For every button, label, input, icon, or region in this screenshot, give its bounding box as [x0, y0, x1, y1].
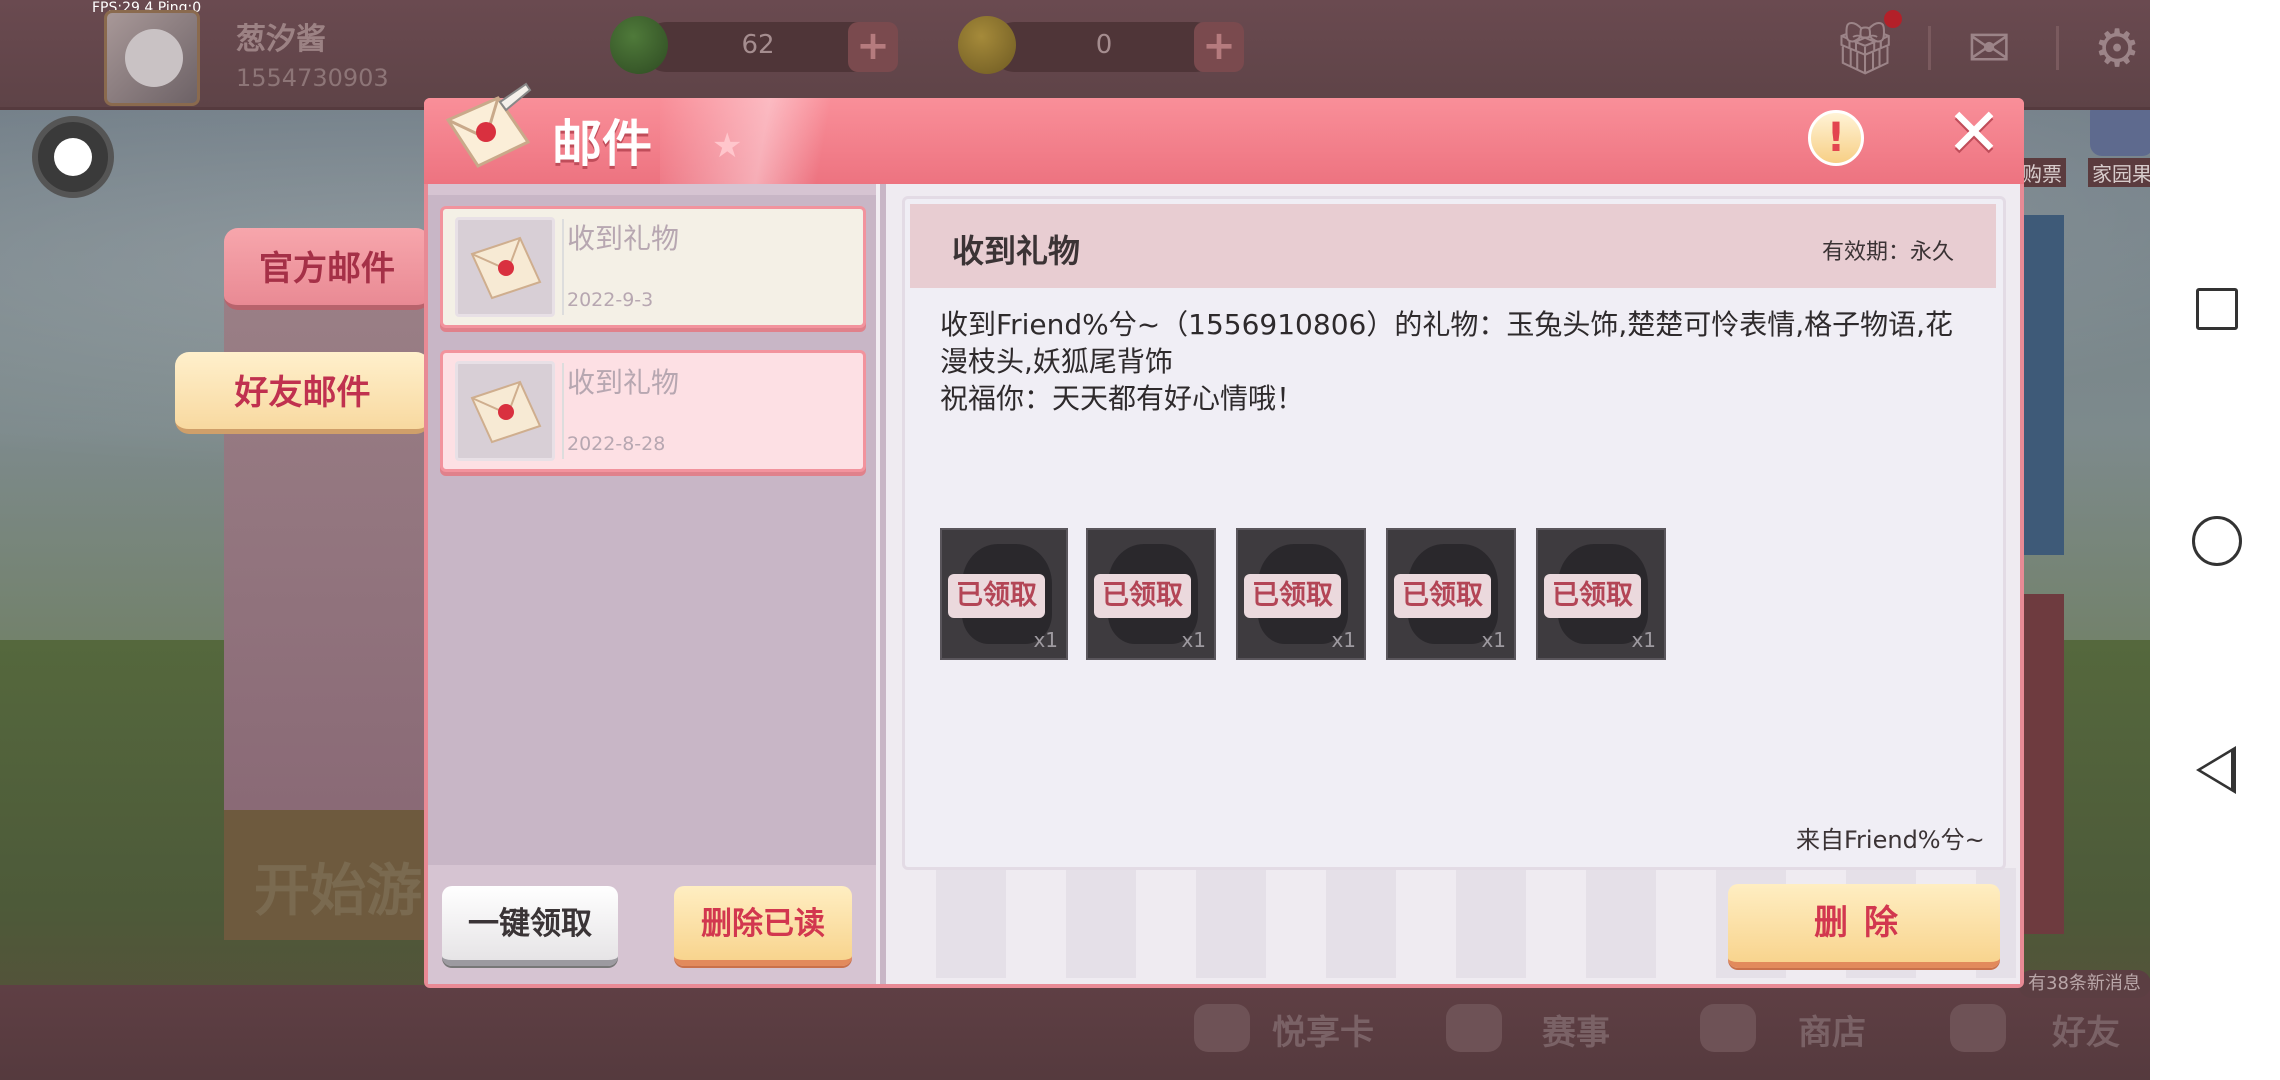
gift-quantity: x1 — [1631, 628, 1656, 652]
gift-quantity: x1 — [1033, 628, 1058, 652]
gift-claimed-badge: 已领取 — [1244, 574, 1341, 618]
envelope-quill-icon — [440, 80, 536, 176]
mail-item[interactable]: 收到礼物 2022-8-28 — [440, 350, 866, 472]
gift-claimed-badge: 已领取 — [1394, 574, 1491, 618]
star-icon: ★ — [712, 126, 743, 166]
gem-value: 62 — [741, 30, 775, 60]
claim-all-button[interactable]: 一键领取 — [442, 886, 618, 966]
background-right-banner-2 — [2020, 594, 2064, 934]
gift-item[interactable]: x1 已领取 — [940, 528, 1068, 660]
add-coin-button[interactable]: + — [1194, 22, 1244, 72]
shop-cart-icon — [1700, 1004, 1756, 1052]
floating-record-button[interactable] — [32, 116, 114, 198]
mail-subject: 收到礼物 — [567, 366, 680, 399]
mail-body-line: 祝福你：天天都有好心情哦！ — [940, 382, 1305, 415]
coin-value: 0 — [1095, 30, 1113, 60]
mail-date: 2022-9-3 — [567, 289, 654, 311]
delete-read-button[interactable]: 删除已读 — [674, 886, 852, 966]
gift-item[interactable]: x1 已领取 — [1536, 528, 1666, 660]
mail-item-divider — [562, 219, 564, 315]
home-button[interactable] — [2192, 516, 2242, 566]
mail-detail-title: 收到礼物 — [952, 232, 1081, 270]
recent-apps-button[interactable] — [2196, 288, 2238, 330]
nav-pass-card[interactable]: 悦享卡 — [1272, 1005, 1374, 1054]
gift-quantity: x1 — [1331, 628, 1356, 652]
nav-shop[interactable]: 商店 — [1798, 1005, 1866, 1054]
mail-detail-body: 收到Friend%兮~（1556910806）的礼物：玉兔头饰,楚楚可怜表情,格… — [940, 306, 1974, 417]
close-button[interactable]: ✕ — [1944, 100, 2004, 166]
gift-claimed-badge: 已领取 — [948, 574, 1045, 618]
mail-item-divider — [562, 363, 564, 459]
back-button[interactable] — [2196, 746, 2236, 794]
gear-icon[interactable]: ⚙ — [2086, 18, 2148, 80]
gift-item[interactable]: x1 已领取 — [1236, 528, 1366, 660]
top-divider — [2056, 26, 2059, 70]
mail-item[interactable]: 收到礼物 2022-9-3 — [440, 206, 866, 328]
top-divider — [1928, 26, 1931, 70]
tab-official-mail[interactable]: 官方邮件 — [224, 228, 430, 310]
ticket-label: 购票 — [2018, 158, 2066, 187]
add-gem-button[interactable]: + — [848, 22, 898, 72]
nav-events[interactable]: 赛事 — [1542, 1005, 1610, 1054]
mail-subject: 收到礼物 — [567, 222, 680, 255]
mail-icon[interactable]: ✉ — [1958, 18, 2020, 80]
gift-icon[interactable]: 🎁︎ — [1832, 18, 1898, 80]
mail-sender: 来自Friend%兮~ — [1796, 826, 1985, 854]
friends-icon — [1950, 1004, 2006, 1052]
username: 葱汐酱 — [236, 22, 326, 57]
new-messages-badge: 有38条新消息 — [2018, 970, 2151, 998]
gift-quantity: x1 — [1181, 628, 1206, 652]
gold-coin-icon — [958, 16, 1016, 74]
delete-button[interactable]: 删除 — [1728, 884, 2000, 968]
background-right-banner-1 — [2020, 215, 2064, 555]
gift-item[interactable]: x1 已领取 — [1386, 528, 1516, 660]
info-button[interactable]: ! — [1808, 110, 1864, 166]
pass-card-icon — [1194, 1004, 1250, 1052]
mail-body-line: 收到Friend%兮~（1556910806）的礼物：玉兔头饰,楚楚可怜表情,格… — [940, 308, 1954, 378]
nav-friends[interactable]: 好友 — [2052, 1005, 2120, 1054]
gift-claimed-badge: 已领取 — [1094, 574, 1191, 618]
start-game-label: 开始游 — [254, 859, 422, 924]
dialog-title: 邮件 — [552, 115, 652, 173]
green-gem-icon — [610, 16, 668, 74]
notification-dot — [1884, 10, 1902, 28]
validity-label: 有效期：永久 — [1822, 240, 1955, 265]
gift-quantity: x1 — [1481, 628, 1506, 652]
gift-item[interactable]: x1 已领取 — [1086, 528, 1216, 660]
tab-friend-mail[interactable]: 好友邮件 — [175, 352, 430, 434]
avatar[interactable] — [104, 10, 200, 106]
header-decoration — [660, 98, 890, 184]
mail-envelope-icon — [455, 361, 555, 461]
user-id: 1554730903 — [236, 64, 389, 92]
mail-envelope-icon — [455, 217, 555, 317]
gift-claimed-badge: 已领取 — [1544, 574, 1641, 618]
trophy-icon — [1446, 1004, 1502, 1052]
mail-date: 2022-8-28 — [567, 433, 666, 455]
